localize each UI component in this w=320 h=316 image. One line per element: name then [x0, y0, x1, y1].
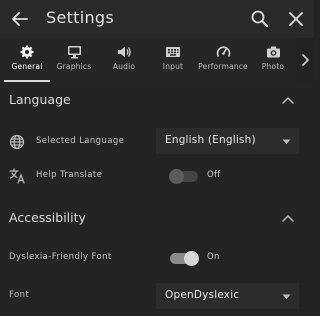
help-translate-toggle[interactable]: [169, 169, 198, 184]
tab-input-label: Input: [162, 62, 184, 71]
tab-photo-label: Photo: [261, 62, 285, 71]
tab-graphics-label: Graphics: [56, 62, 92, 71]
language-dropdown[interactable]: English (English): [156, 128, 299, 154]
dropdown-arrow-icon: [282, 139, 291, 144]
monitor-icon: [67, 46, 81, 59]
tab-performance-label: Performance: [198, 62, 248, 71]
dyslexia-font-toggle[interactable]: [170, 251, 199, 266]
language-section-title: Language: [9, 92, 71, 107]
font-dropdown-value: OpenDyslexic: [165, 289, 240, 301]
title-bar: Settings: [0, 0, 314, 38]
camera-icon: [266, 46, 280, 58]
tab-bar: General Graphics Audio Input Performance…: [0, 38, 314, 82]
tab-audio-label: Audio: [112, 62, 136, 71]
gear-icon: [20, 45, 34, 59]
search-icon: [251, 10, 268, 27]
dyslexia-font-state: On: [207, 252, 220, 262]
help-translate-state: Off: [207, 170, 221, 180]
back-button[interactable]: [9, 8, 31, 30]
back-arrow-icon: [12, 12, 28, 26]
dyslexia-font-label: Dyslexia-Friendly Font: [9, 252, 112, 262]
toggle-knob: [184, 251, 199, 266]
close-icon: [289, 12, 303, 26]
globe-icon: [9, 134, 25, 150]
dropdown-arrow-icon: [282, 294, 291, 299]
font-dropdown[interactable]: OpenDyslexic: [156, 283, 299, 309]
tab-general-label: General: [11, 62, 43, 71]
language-dropdown-value: English (English): [165, 134, 256, 146]
tab-graphics[interactable]: Graphics: [54, 38, 94, 82]
tab-audio[interactable]: Audio: [104, 38, 144, 82]
page-title: Settings: [46, 8, 115, 27]
selected-language-row: Selected Language English (English): [0, 128, 314, 162]
accessibility-section-title: Accessibility: [9, 210, 86, 225]
dyslexia-font-row: Dyslexia-Friendly Font On: [0, 248, 314, 282]
close-button[interactable]: [286, 9, 306, 29]
search-button[interactable]: [250, 9, 270, 29]
chevron-right-icon: [302, 54, 309, 66]
chevron-up-icon: [282, 97, 294, 104]
gauge-icon: [216, 46, 230, 57]
selected-language-label: Selected Language: [36, 136, 125, 146]
keyboard-icon: [166, 47, 180, 57]
translate-icon: [9, 168, 25, 184]
tab-photo[interactable]: Photo: [256, 38, 290, 82]
help-translate-row: Help Translate Off: [0, 166, 314, 200]
settings-content: Language Selected Language English (Engl…: [0, 82, 314, 316]
accessibility-section-header[interactable]: Accessibility: [0, 200, 314, 236]
speaker-icon: [117, 46, 131, 58]
chevron-up-icon: [282, 215, 294, 222]
tab-input[interactable]: Input: [154, 38, 192, 82]
font-label: Font: [9, 290, 30, 300]
tab-performance[interactable]: Performance: [195, 38, 251, 82]
toggle-knob: [169, 169, 184, 184]
help-translate-label: Help Translate: [36, 170, 103, 180]
language-section-header[interactable]: Language: [0, 82, 314, 118]
tab-general[interactable]: General: [4, 38, 50, 82]
tab-scroll-right-button[interactable]: [296, 38, 314, 82]
font-row: Font OpenDyslexic: [0, 282, 314, 316]
